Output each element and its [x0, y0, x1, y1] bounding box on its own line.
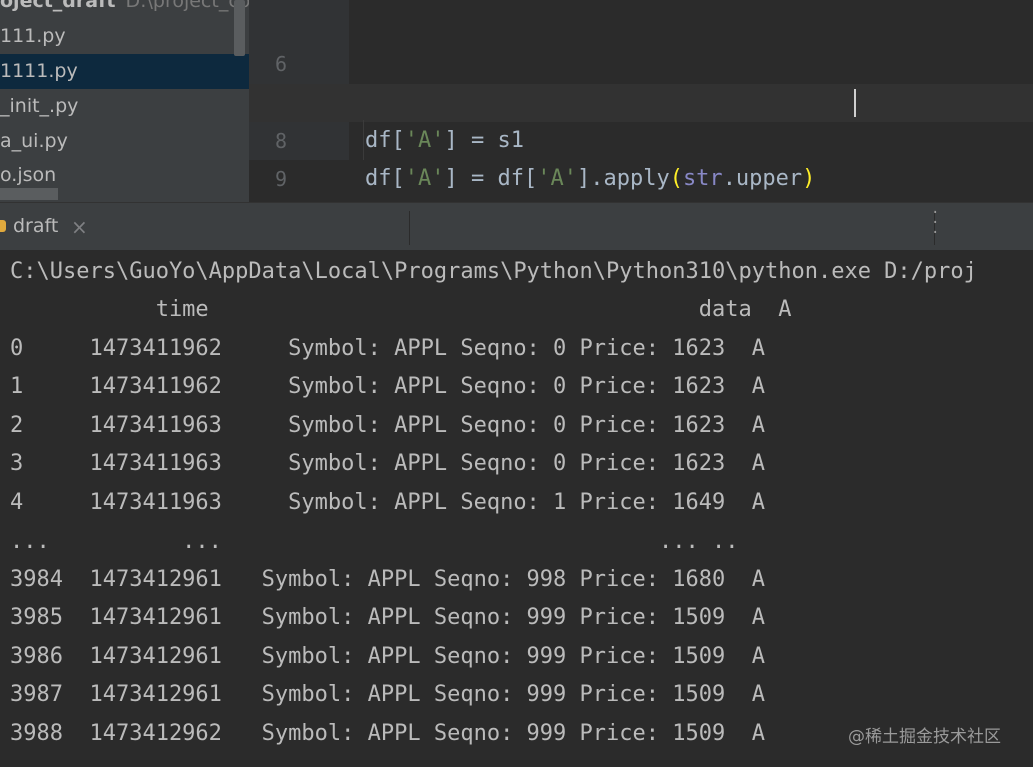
- close-icon[interactable]: ×: [71, 215, 88, 239]
- tree-horizontal-scrollbar[interactable]: [0, 188, 58, 200]
- tree-vertical-scrollbar[interactable]: [234, 0, 245, 56]
- project-tree[interactable]: oject_draft D:\project_co 111.py 1111.py …: [0, 0, 249, 202]
- code-line[interactable]: 7 df['A'] = s1: [249, 46, 1033, 153]
- project-root-item[interactable]: oject_draft D:\project_co: [0, 0, 249, 16]
- console-line: 2 1473411963 Symbol: APPL Seqno: 0 Price…: [10, 413, 765, 438]
- code-line-current[interactable]: 8 df['A'] = df['A'].apply(str.upper): [249, 84, 1033, 191]
- tree-file-name: 111.py: [0, 25, 66, 47]
- header-divider: [409, 211, 410, 245]
- indent-guide: [363, 120, 364, 160]
- text-caret: [854, 89, 856, 117]
- console-line: 3986 1473412961 Symbol: APPL Seqno: 999 …: [10, 644, 765, 669]
- console-line: 0 1473411962 Symbol: APPL Seqno: 0 Price…: [10, 336, 765, 361]
- line-number: 9: [274, 167, 287, 191]
- console-line-command: C:\Users\GuoYo\AppData\Local\Programs\Py…: [10, 259, 977, 284]
- console-line: 3984 1473412961 Symbol: APPL Seqno: 998 …: [10, 567, 765, 592]
- console-line: 4 1473411963 Symbol: APPL Seqno: 1 Price…: [10, 490, 765, 515]
- tree-file-item-selected[interactable]: 1111.py: [0, 54, 249, 89]
- tree-file-name: _init_.py: [0, 95, 79, 117]
- run-tab[interactable]: draft ×: [0, 203, 100, 250]
- code-editor[interactable]: 6 s1 = Series(['a']*7978) 7 df['A'] = s1…: [249, 0, 1033, 202]
- watermark: @稀土掘金技术社区: [848, 727, 1001, 747]
- console-line: 3988 1473412962 Symbol: APPL Seqno: 999 …: [10, 721, 765, 746]
- console-line-ellipsis: ... ... ... ..: [10, 529, 739, 554]
- console-line: 3 1473411963 Symbol: APPL Seqno: 0 Price…: [10, 451, 765, 476]
- code-line[interactable]: 9 print(df): [249, 122, 1033, 191]
- console-line-header: time data A: [10, 297, 792, 322]
- run-tab-label: draft: [13, 215, 59, 237]
- tree-file-item[interactable]: 111.py: [0, 19, 249, 54]
- more-options-icon[interactable]: · · ·: [931, 206, 939, 240]
- console-line: 1 1473411962 Symbol: APPL Seqno: 0 Price…: [10, 374, 765, 399]
- tree-file-name: a_ui.py: [0, 130, 68, 152]
- console-line: 3985 1473412961 Symbol: APPL Seqno: 999 …: [10, 605, 765, 630]
- project-root-path: D:\project_co: [125, 0, 249, 12]
- console-output[interactable]: C:\Users\GuoYo\AppData\Local\Programs\Py…: [0, 250, 1033, 767]
- tree-file-item[interactable]: a_ui.py: [0, 124, 249, 159]
- tree-file-item[interactable]: _init_.py: [0, 89, 249, 124]
- run-toolwindow-header: draft × · · ·: [0, 202, 1033, 250]
- tree-file-name: 1111.py: [0, 60, 78, 82]
- project-root-name: oject_draft: [0, 0, 116, 12]
- code-text: df['A'] = df['A'].apply(str.upper): [365, 166, 816, 191]
- python-run-icon: [0, 220, 6, 232]
- console-line: 3987 1473412961 Symbol: APPL Seqno: 999 …: [10, 682, 765, 707]
- code-line[interactable]: 6 s1 = Series(['a']*7978): [249, 7, 1033, 114]
